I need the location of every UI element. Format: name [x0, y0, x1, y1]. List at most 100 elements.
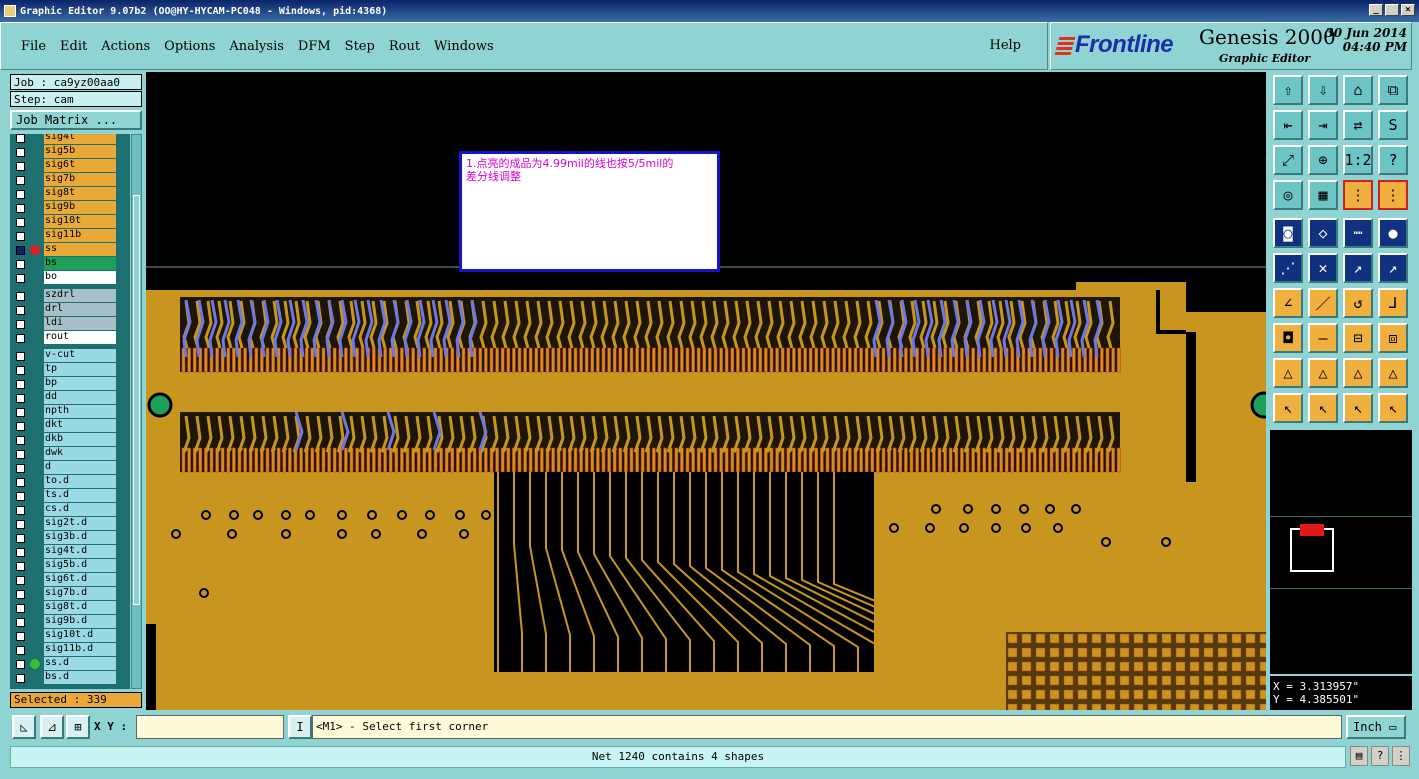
expand-icon[interactable]: ⤢	[1273, 145, 1303, 175]
cross-icon[interactable]: ✕	[1308, 253, 1338, 283]
right-in-icon[interactable]: ⇥	[1308, 110, 1338, 140]
layer-row[interactable]: sig8t	[10, 187, 130, 201]
layer-row[interactable]: rout	[10, 331, 130, 345]
layer-row[interactable]: cs.d	[10, 503, 130, 517]
layer-row[interactable]: sig3b.d	[10, 531, 130, 545]
menu-file[interactable]: File	[21, 39, 46, 54]
layer-checkbox[interactable]	[16, 450, 25, 459]
layer-row[interactable]: v-cut	[10, 349, 130, 363]
layer-row[interactable]: sig9b.d	[10, 615, 130, 629]
layer-checkbox[interactable]	[16, 646, 25, 655]
xy-input[interactable]	[136, 715, 284, 739]
help-icon[interactable]: ?	[1371, 746, 1389, 766]
menu-analysis[interactable]: Analysis	[229, 39, 284, 54]
s-curve-icon[interactable]: S	[1378, 110, 1408, 140]
layer-row[interactable]: sig5b.d	[10, 559, 130, 573]
down-arrow-box-icon[interactable]: ⇩	[1308, 75, 1338, 105]
resize-icon[interactable]: ⊟	[1343, 323, 1373, 353]
layer-row[interactable]: dwk	[10, 447, 130, 461]
rotate-icon[interactable]: ↺	[1343, 288, 1373, 318]
move-pad-icon[interactable]: ◘	[1273, 323, 1303, 353]
layer-checkbox[interactable]	[16, 204, 25, 213]
help-icon[interactable]: ?	[1378, 145, 1408, 175]
layer-row[interactable]: bp	[10, 377, 130, 391]
maximize-button[interactable]	[1385, 4, 1399, 16]
layer-checkbox[interactable]	[16, 408, 25, 417]
overview-map[interactable]	[1270, 430, 1412, 674]
layer-row[interactable]: sig4t.d	[10, 545, 130, 559]
layer-row[interactable]: to.d	[10, 475, 130, 489]
layer-row[interactable]: sig11b	[10, 229, 130, 243]
layer-row[interactable]: d	[10, 461, 130, 475]
layer-checkbox[interactable]	[16, 232, 25, 241]
layer-row[interactable]: sig8t.d	[10, 601, 130, 615]
polygon-icon[interactable]: ◇	[1308, 218, 1338, 248]
layer-checkbox[interactable]	[16, 352, 25, 361]
left-in-icon[interactable]: ⇤	[1273, 110, 1303, 140]
layer-checkbox[interactable]	[16, 162, 25, 171]
scroll-thumb[interactable]	[133, 195, 140, 605]
layer-checkbox[interactable]	[16, 534, 25, 543]
layer-checkbox[interactable]	[16, 306, 25, 315]
menu-help[interactable]: Help	[989, 38, 1021, 53]
layer-checkbox[interactable]	[16, 562, 25, 571]
layer-checkbox[interactable]	[16, 260, 25, 269]
segment-icon[interactable]: ↗	[1343, 253, 1373, 283]
layer-row[interactable]: sig2t.d	[10, 517, 130, 531]
menu-rout[interactable]: Rout	[389, 39, 420, 54]
layer-row[interactable]: npth	[10, 405, 130, 419]
layer-checkbox[interactable]	[16, 674, 25, 683]
group-icon[interactable]: ⧈	[1378, 323, 1408, 353]
layer-row[interactable]: sig11b.d	[10, 643, 130, 657]
net-a-icon[interactable]: ⋮	[1343, 180, 1373, 210]
layer-checkbox[interactable]	[16, 618, 25, 627]
layer-row[interactable]: drl	[10, 303, 130, 317]
layer-scrollbar[interactable]	[131, 134, 142, 689]
grid-snap-icon[interactable]: ⊞	[66, 715, 90, 739]
layer-checkbox[interactable]	[16, 632, 25, 641]
ruler-icon[interactable]: ┉	[1343, 218, 1373, 248]
layer-row[interactable]: ss	[10, 243, 130, 257]
triangle-b-icon[interactable]: △	[1308, 358, 1338, 388]
units-selector[interactable]: Inch ▭	[1346, 715, 1406, 739]
layer-checkbox[interactable]	[16, 520, 25, 529]
layer-checkbox[interactable]	[16, 422, 25, 431]
layer-row[interactable]: sig7b	[10, 173, 130, 187]
layer-checkbox[interactable]	[16, 366, 25, 375]
layer-row[interactable]: sig7b.d	[10, 587, 130, 601]
snapshot-icon[interactable]: ◙	[1273, 218, 1303, 248]
graphic-canvas[interactable]: 1.点亮的成品为4.99mil的线也按5/5mil的 差分线调整	[146, 72, 1266, 710]
menu-options[interactable]: Options	[164, 39, 215, 54]
layer-checkbox[interactable]	[16, 176, 25, 185]
pointer-d-icon[interactable]: ↖	[1378, 393, 1408, 423]
layer-row[interactable]: dkt	[10, 419, 130, 433]
layer-checkbox[interactable]	[16, 334, 25, 343]
ratio-icon[interactable]: 1:2	[1343, 145, 1373, 175]
line-icon[interactable]: ／	[1308, 288, 1338, 318]
layer-row[interactable]: sig6t.d	[10, 573, 130, 587]
layer-row[interactable]: bs.d	[10, 671, 130, 685]
layer-checkbox[interactable]	[16, 292, 25, 301]
cursor-icon[interactable]: I	[288, 715, 312, 739]
measure-icon[interactable]: ⊿	[40, 715, 64, 739]
layer-row[interactable]: ldi	[10, 317, 130, 331]
layer-row[interactable]: ss.d	[10, 657, 130, 671]
layer-checkbox[interactable]	[16, 464, 25, 473]
grid-icon[interactable]: ▦	[1308, 180, 1338, 210]
layer-row[interactable]: sig5b	[10, 145, 130, 159]
layer-checkbox[interactable]	[16, 394, 25, 403]
triangle-d-icon[interactable]: △	[1378, 358, 1408, 388]
layer-checkbox[interactable]	[16, 604, 25, 613]
layer-checkbox[interactable]	[16, 492, 25, 501]
layer-checkbox[interactable]	[16, 380, 25, 389]
menu-edit[interactable]: Edit	[60, 39, 87, 54]
layer-checkbox[interactable]	[16, 590, 25, 599]
center-icon[interactable]: ⊕	[1308, 145, 1338, 175]
pointer-c-icon[interactable]: ↖	[1343, 393, 1373, 423]
layer-row[interactable]: dkb	[10, 433, 130, 447]
layer-row[interactable]: sig9b	[10, 201, 130, 215]
layer-row[interactable]: ts.d	[10, 489, 130, 503]
net-b-icon[interactable]: ⋮	[1378, 180, 1408, 210]
layer-row[interactable]: dd	[10, 391, 130, 405]
layer-checkbox[interactable]	[16, 274, 25, 283]
